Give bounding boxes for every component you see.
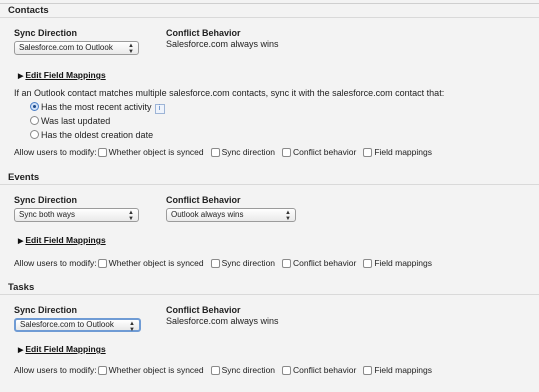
events-conflict-behavior-label: Conflict Behavior	[166, 195, 241, 205]
radio-last-updated[interactable]: Was last updated	[30, 116, 110, 127]
radio-button[interactable]	[30, 116, 39, 125]
tasks-edit-field-mappings-link[interactable]: ▶ Edit Field Mappings	[18, 344, 106, 354]
tasks-conflict-behavior-label: Conflict Behavior	[166, 305, 241, 315]
checkbox-label: Field mappings	[374, 258, 432, 268]
events-edit-field-mappings-link[interactable]: ▶ Edit Field Mappings	[18, 235, 106, 245]
events-section: Sync Direction Sync both ways ▲ ▼ Conflic…	[0, 185, 539, 281]
triangle-right-icon: ▶	[18, 238, 24, 245]
radio-most-recent-activity[interactable]: Has the most recent activity i	[30, 102, 165, 114]
select-arrows-icon: ▲ ▼	[129, 321, 135, 333]
checkbox-field-mappings[interactable]	[363, 258, 373, 268]
checkbox-field-mappings[interactable]	[363, 147, 373, 157]
contacts-conflict-behavior-label: Conflict Behavior	[166, 28, 241, 38]
radio-label: Was last updated	[41, 116, 111, 126]
contacts-sync-direction-select[interactable]: Salesforce.com to Outlook ▲ ▼	[14, 41, 139, 55]
checkbox-sync-direction[interactable]	[210, 147, 220, 157]
allow-modify-label: Allow users to modify:	[14, 365, 97, 375]
contacts-edit-field-mappings-label: Edit Field Mappings	[25, 70, 106, 80]
checkbox-label: Whether object is synced	[108, 147, 204, 157]
contacts-allow-modify-row: Allow users to modify: Whether object is…	[14, 146, 432, 158]
select-arrows-icon: ▲ ▼	[285, 210, 291, 222]
contacts-edit-field-mappings-link[interactable]: ▶ Edit Field Mappings	[18, 70, 106, 80]
tasks-edit-field-mappings-label: Edit Field Mappings	[25, 344, 106, 354]
checkbox-conflict-behavior[interactable]	[282, 365, 292, 375]
info-icon[interactable]: i	[154, 104, 165, 114]
radio-button[interactable]	[30, 130, 39, 139]
checkbox-conflict-behavior[interactable]	[282, 258, 292, 268]
contacts-match-description: If an Outlook contact matches multiple s…	[14, 88, 445, 98]
checkbox-object-synced[interactable]	[97, 258, 107, 268]
events-edit-field-mappings-label: Edit Field Mappings	[25, 235, 106, 245]
checkbox-object-synced[interactable]	[97, 147, 107, 157]
checkbox-label: Whether object is synced	[108, 365, 204, 375]
contacts-sync-direction-value: Salesforce.com to Outlook	[19, 43, 113, 52]
tasks-conflict-behavior-value: Salesforce.com always wins	[166, 316, 279, 326]
events-sync-direction-label: Sync Direction	[14, 195, 78, 205]
contacts-sync-direction-label: Sync Direction	[14, 28, 78, 38]
checkbox-sync-direction[interactable]	[210, 365, 220, 375]
checkbox-object-synced[interactable]	[97, 365, 107, 375]
allow-modify-label: Allow users to modify:	[14, 258, 97, 268]
checkbox-label: Sync direction	[221, 147, 276, 157]
triangle-right-icon: ▶	[18, 347, 24, 354]
section-header-events: Events	[0, 171, 539, 185]
allow-modify-label: Allow users to modify:	[14, 147, 97, 157]
checkbox-sync-direction[interactable]	[210, 258, 220, 268]
events-conflict-behavior-select[interactable]: Outlook always wins ▲ ▼	[166, 208, 296, 222]
events-conflict-behavior-value: Outlook always wins	[171, 210, 244, 219]
tasks-allow-modify-row: Allow users to modify: Whether object is…	[14, 364, 432, 376]
tasks-sync-direction-label: Sync Direction	[14, 305, 78, 315]
checkbox-label: Field mappings	[374, 147, 432, 157]
tasks-sync-direction-value: Salesforce.com to Outlook	[20, 320, 114, 329]
select-arrows-icon: ▲ ▼	[128, 210, 134, 222]
radio-label: Has the oldest creation date	[41, 130, 154, 140]
checkbox-label: Conflict behavior	[293, 147, 357, 157]
checkbox-label: Conflict behavior	[293, 365, 357, 375]
triangle-right-icon: ▶	[18, 73, 24, 80]
events-sync-direction-value: Sync both ways	[19, 210, 76, 219]
section-header-contacts: Contacts	[0, 4, 539, 18]
contacts-conflict-behavior-value: Salesforce.com always wins	[166, 39, 279, 49]
checkbox-label: Conflict behavior	[293, 258, 357, 268]
section-header-tasks: Tasks	[0, 281, 539, 295]
checkbox-conflict-behavior[interactable]	[282, 147, 292, 157]
tasks-section: Sync Direction Salesforce.com to Outlook…	[0, 295, 539, 392]
tasks-sync-direction-select[interactable]: Salesforce.com to Outlook ▲ ▼	[14, 318, 141, 333]
checkbox-label: Sync direction	[221, 365, 276, 375]
radio-button-checked[interactable]	[30, 102, 39, 111]
events-allow-modify-row: Allow users to modify: Whether object is…	[14, 257, 432, 269]
checkbox-field-mappings[interactable]	[363, 365, 373, 375]
events-sync-direction-select[interactable]: Sync both ways ▲ ▼	[14, 208, 139, 222]
radio-oldest-creation-date[interactable]: Has the oldest creation date	[30, 130, 153, 141]
select-arrows-icon: ▲ ▼	[128, 43, 134, 55]
contacts-section: Sync Direction Salesforce.com to Outlook…	[0, 18, 539, 171]
checkbox-label: Sync direction	[221, 258, 276, 268]
checkbox-label: Field mappings	[374, 365, 432, 375]
radio-label: Has the most recent activity	[41, 102, 152, 112]
checkbox-label: Whether object is synced	[108, 258, 204, 268]
